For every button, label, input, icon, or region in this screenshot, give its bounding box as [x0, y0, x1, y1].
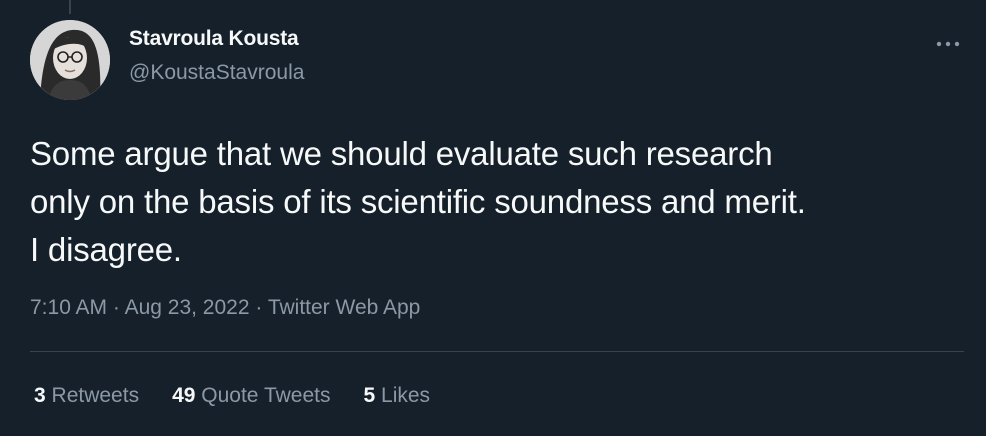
author-handle[interactable]: @KoustaStavroula	[129, 62, 304, 83]
retweets-count: 3	[34, 384, 46, 407]
tweet-metadata: 7:10 AM · Aug 23, 2022 · Twitter Web App	[30, 296, 420, 320]
more-horizontal-icon	[936, 41, 960, 47]
quote-tweets-stat[interactable]: 49 Quote Tweets	[172, 384, 330, 408]
author-display-name[interactable]: Stavroula Kousta	[129, 28, 304, 49]
thread-connector-line	[69, 0, 71, 14]
tweet-text: Some argue that we should evaluate such …	[30, 135, 806, 268]
user-avatar-photo-icon	[30, 20, 110, 100]
retweets-stat[interactable]: 3 Retweets	[34, 384, 139, 408]
quote-tweets-count: 49	[172, 384, 196, 407]
divider	[30, 351, 964, 352]
tweet-stats: 3 Retweets 49 Quote Tweets 5 Likes	[34, 384, 430, 408]
tweet-date[interactable]: Aug 23, 2022	[125, 296, 250, 319]
tweet-time[interactable]: 7:10 AM	[30, 296, 107, 319]
quote-tweets-label: Quote Tweets	[201, 384, 331, 407]
tweet-author[interactable]: Stavroula Kousta @KoustaStavroula	[129, 28, 304, 83]
likes-stat[interactable]: 5 Likes	[363, 384, 430, 408]
likes-count: 5	[363, 384, 376, 407]
meta-separator: ·	[249, 296, 268, 319]
more-options-button[interactable]	[934, 30, 962, 58]
likes-label: Likes	[381, 384, 431, 407]
retweets-label: Retweets	[51, 384, 140, 407]
avatar[interactable]	[30, 20, 110, 100]
tweet-source[interactable]: Twitter Web App	[268, 296, 421, 319]
meta-separator: ·	[107, 296, 125, 319]
